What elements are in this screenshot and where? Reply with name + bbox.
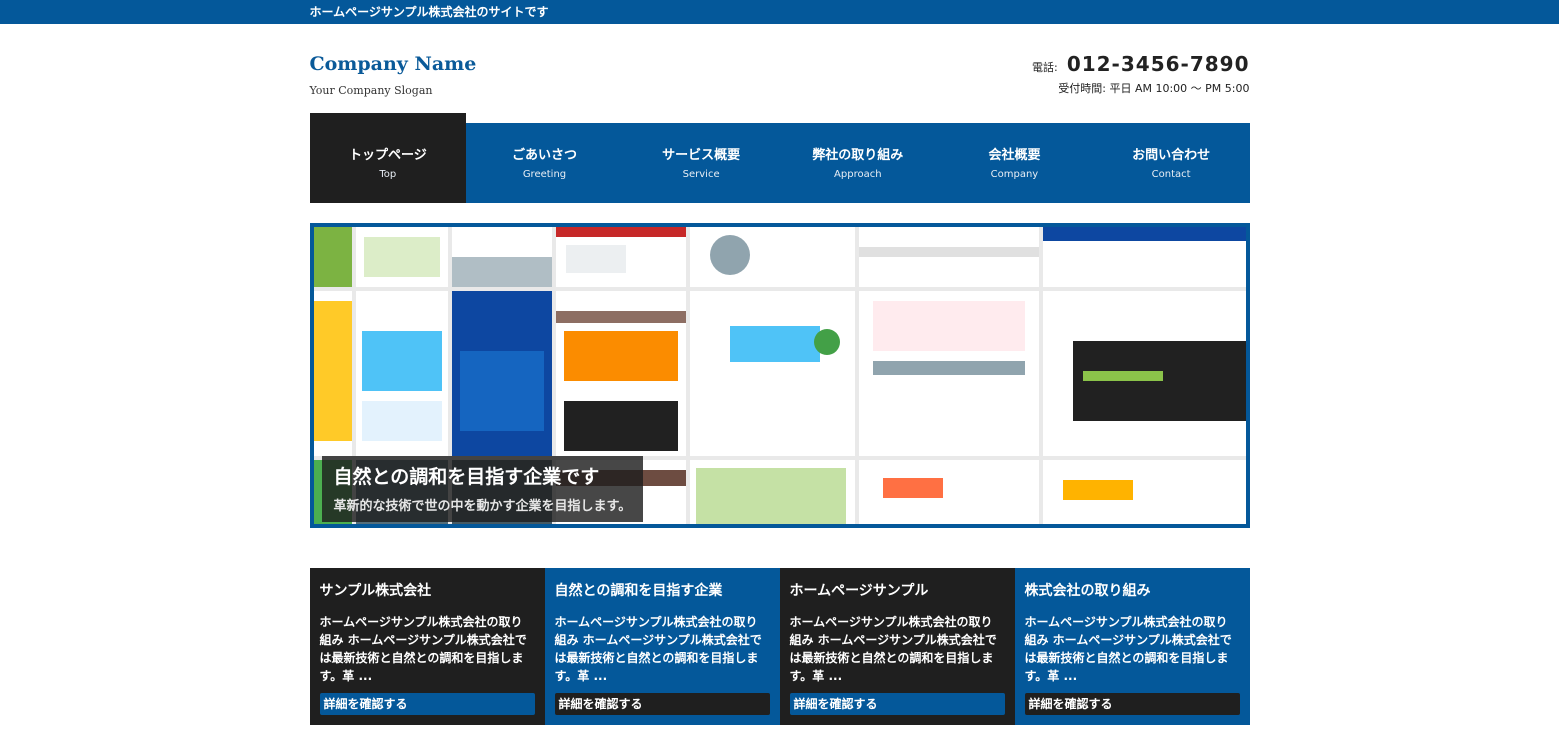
- card-more-button[interactable]: 詳細を確認する: [554, 693, 770, 715]
- card-more-button[interactable]: 詳細を確認する: [319, 693, 535, 715]
- hero-banner: 自然との調和を目指す企業です 革新的な技術で世の中を動かす企業を目指します。: [309, 223, 1250, 528]
- nav-item-label: 会社概要: [988, 148, 1041, 163]
- top-bar: ホームページサンプル株式会社のサイトです: [0, 0, 1559, 24]
- card-title: サンプル株式会社: [319, 583, 432, 599]
- nav-item-greeting[interactable]: ごあいさつ Greeting: [466, 113, 623, 203]
- mosaic-tile: [689, 227, 855, 287]
- nav-item-label: 弊社の取り組み: [812, 148, 904, 163]
- business-hours: 受付時間: 平日 AM 10:00 〜 PM 5:00: [1058, 82, 1250, 95]
- nav-item-service[interactable]: サービス概要 Service: [623, 113, 780, 203]
- logo[interactable]: Company Name Your Company Slogan: [310, 53, 477, 97]
- mosaic-tile: [313, 291, 352, 456]
- mosaic-tile: [1042, 291, 1246, 456]
- card-more-button[interactable]: 詳細を確認する: [789, 693, 1005, 715]
- card-more-button[interactable]: 詳細を確認する: [1024, 693, 1240, 715]
- hero-caption: 自然との調和を目指す企業です 革新的な技術で世の中を動かす企業を目指します。: [321, 456, 644, 522]
- nav-item-label: ごあいさつ: [511, 148, 577, 163]
- nav-item-contact[interactable]: お問い合わせ Contact: [1093, 113, 1250, 203]
- mosaic-tile: [689, 291, 855, 456]
- card-text: ホームページサンプル株式会社の取り組み ホームページサンプル株式会社では最新技術…: [319, 615, 527, 683]
- nav-item-sublabel: Contact: [1151, 169, 1191, 180]
- nav-item-label: お問い合わせ: [1132, 148, 1211, 163]
- card-text: ホームページサンプル株式会社の取り組み ホームページサンプル株式会社では最新技術…: [1024, 615, 1232, 683]
- mosaic-tile: [689, 460, 855, 524]
- nav-item-label: サービス概要: [662, 148, 741, 163]
- company-slogan: Your Company Slogan: [309, 84, 433, 97]
- mosaic-tile: [555, 227, 686, 287]
- mosaic-tile: [355, 291, 448, 456]
- feature-cards: サンプル株式会社 ホームページサンプル株式会社の取り組み ホームページサンプル株…: [309, 568, 1250, 725]
- card-title: 株式会社の取り組み: [1024, 583, 1151, 599]
- card-text: ホームページサンプル株式会社の取り組み ホームページサンプル株式会社では最新技術…: [554, 615, 762, 683]
- hero-subtitle: 革新的な技術で世の中を動かす企業を目指します。: [333, 499, 632, 514]
- mosaic-tile: [1042, 460, 1246, 524]
- nav-item-approach[interactable]: 弊社の取り組み Approach: [779, 113, 936, 203]
- contact-info: 電話: 012-3456-7890 受付時間: 平日 AM 10:00 〜 PM…: [1032, 52, 1250, 96]
- mosaic-tile: [858, 227, 1039, 287]
- card-text: ホームページサンプル株式会社の取り組み ホームページサンプル株式会社では最新技術…: [789, 615, 997, 683]
- mosaic-tile: [451, 227, 552, 287]
- company-name[interactable]: Company Name: [310, 53, 477, 75]
- hero-title: 自然との調和を目指す企業です: [333, 466, 600, 488]
- feature-card: サンプル株式会社 ホームページサンプル株式会社の取り組み ホームページサンプル株…: [309, 568, 545, 725]
- top-bar-text: ホームページサンプル株式会社のサイトです: [309, 5, 549, 19]
- mosaic-tile: [555, 291, 686, 456]
- feature-card: 自然との調和を目指す企業 ホームページサンプル株式会社の取り組み ホームページサ…: [544, 568, 780, 725]
- nav-item-sublabel: Service: [682, 169, 720, 180]
- site-header: Company Name Your Company Slogan 電話: 012…: [310, 24, 1250, 113]
- feature-card: ホームページサンプル ホームページサンプル株式会社の取り組み ホームページサンプ…: [779, 568, 1015, 725]
- nav-item-sublabel: Approach: [834, 169, 882, 180]
- mosaic-tile: [313, 227, 352, 287]
- tel-label: 電話:: [1032, 61, 1058, 74]
- nav-item-sublabel: Company: [990, 169, 1039, 180]
- feature-card: 株式会社の取り組み ホームページサンプル株式会社の取り組み ホームページサンプル…: [1014, 568, 1250, 725]
- mosaic-tile: [355, 227, 448, 287]
- nav-item-label: トップページ: [348, 148, 427, 163]
- card-title: ホームページサンプル: [789, 583, 929, 599]
- mosaic-tile: [1042, 227, 1246, 287]
- mosaic-tile: [451, 291, 552, 456]
- nav-item-top[interactable]: トップページ Top: [309, 113, 467, 203]
- nav-item-sublabel: Top: [379, 169, 397, 180]
- global-nav: トップページ Top ごあいさつ Greeting サービス概要 Service…: [309, 113, 1250, 203]
- card-title: 自然との調和を目指す企業: [554, 583, 723, 599]
- nav-item-sublabel: Greeting: [522, 169, 567, 180]
- tel-number: 012-3456-7890: [1066, 52, 1250, 76]
- mosaic-tile: [858, 460, 1039, 524]
- mosaic-tile: [858, 291, 1039, 456]
- nav-item-company[interactable]: 会社概要 Company: [936, 113, 1093, 203]
